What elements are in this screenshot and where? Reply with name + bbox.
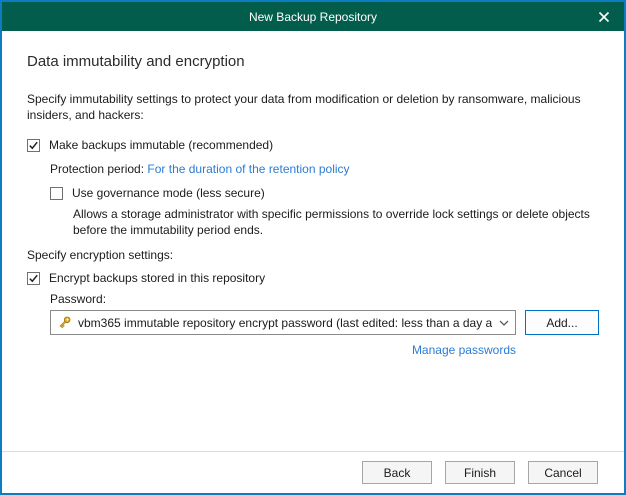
password-row: vbm365 immutable repository encrypt pass… — [50, 310, 599, 335]
checkmark-icon — [29, 141, 38, 149]
new-backup-repository-dialog: New Backup Repository Data immutability … — [0, 0, 626, 495]
finish-button[interactable]: Finish — [445, 461, 515, 484]
close-icon — [598, 11, 610, 22]
titlebar: New Backup Repository — [2, 2, 624, 31]
governance-mode-row: Use governance mode (less secure) — [50, 186, 599, 200]
governance-desc-line1: Allows a storage administrator with spec… — [73, 207, 590, 221]
protection-period-link[interactable]: For the duration of the retention policy — [147, 162, 349, 176]
immutability-intro-line1: Specify immutability settings to protect… — [27, 92, 581, 106]
immutability-intro-line2: insiders, and hackers: — [27, 108, 144, 122]
key-icon — [59, 316, 71, 329]
password-combobox[interactable]: vbm365 immutable repository encrypt pass… — [50, 310, 516, 335]
chevron-down-icon — [499, 320, 509, 326]
governance-desc-line2: before the immutability period ends. — [73, 223, 264, 237]
governance-mode-checkbox[interactable] — [50, 186, 63, 200]
dialog-content: Data immutability and encryption Specify… — [2, 53, 624, 357]
manage-passwords-link[interactable]: Manage passwords — [412, 343, 516, 357]
add-password-button[interactable]: Add... — [525, 310, 599, 335]
encryption-intro: Specify encryption settings: — [27, 248, 174, 262]
close-button[interactable] — [598, 2, 610, 31]
window-title: New Backup Repository — [248, 9, 378, 24]
protection-period-label: Protection period: — [50, 162, 145, 176]
immutability-intro: Specify immutability settings to protect… — [27, 91, 599, 123]
encrypt-backups-row: Encrypt backups stored in this repositor… — [27, 271, 599, 285]
back-button[interactable]: Back — [362, 461, 432, 484]
cancel-button[interactable]: Cancel — [528, 461, 598, 484]
governance-mode-label: Use governance mode (less secure) — [72, 186, 265, 200]
checkmark-icon — [29, 274, 38, 282]
encrypt-backups-label: Encrypt backups stored in this repositor… — [49, 271, 266, 285]
make-backups-immutable-label: Make backups immutable (recommended) — [49, 138, 274, 152]
governance-mode-description: Allows a storage administrator with spec… — [73, 206, 599, 238]
dialog-footer: Back Finish Cancel — [2, 451, 624, 493]
make-backups-immutable-checkbox[interactable] — [27, 138, 40, 152]
page-title: Data immutability and encryption — [27, 53, 245, 70]
manage-passwords-row: Manage passwords — [50, 343, 516, 357]
make-backups-immutable-row: Make backups immutable (recommended) — [27, 138, 599, 152]
password-combobox-value: vbm365 immutable repository encrypt pass… — [78, 315, 493, 330]
protection-period-row: Protection period: For the duration of t… — [50, 162, 599, 176]
encrypt-backups-checkbox[interactable] — [27, 271, 40, 285]
password-label: Password: — [50, 292, 107, 306]
